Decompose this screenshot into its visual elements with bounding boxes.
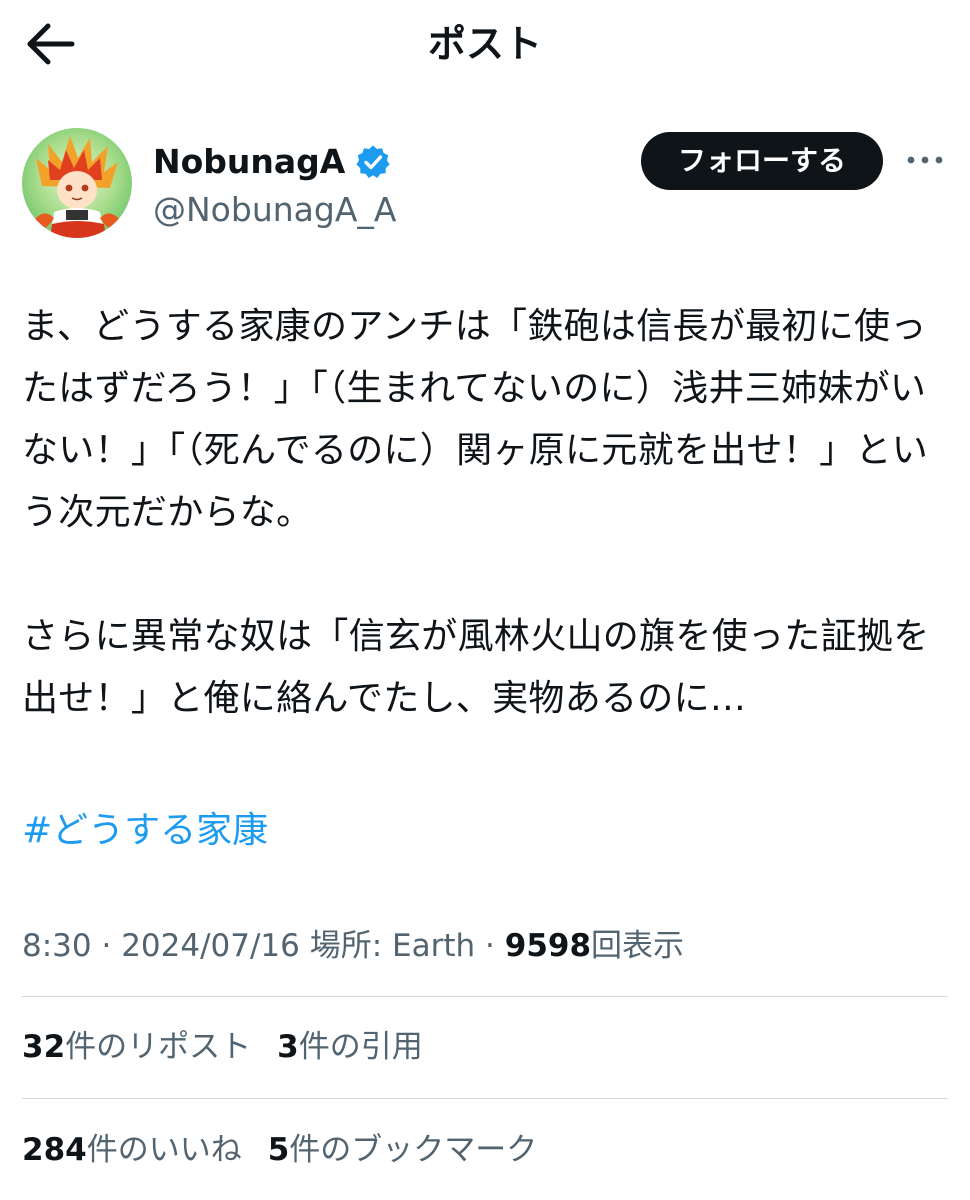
bookmarks-stat[interactable]: 5件のブックマーク [268, 1122, 538, 1178]
top-bar: ポスト [0, 0, 970, 90]
likes-stat[interactable]: 284件のいいね [22, 1122, 242, 1178]
avatar-illustration-icon [22, 128, 132, 238]
post-metadata: 8:30 · 2024/07/16 場所: Earth · 9598回表示 [22, 918, 684, 974]
reposts-stat[interactable]: 32件のリポスト [22, 1019, 251, 1075]
follow-button[interactable]: フォローする [641, 132, 883, 190]
engagement-stats-row: 284件のいいね 5件のブックマーク [22, 1122, 563, 1178]
meta-separator: · [485, 928, 495, 964]
post-paragraph: さらに異常な奴は「信玄が風林火山の旗を使った証拠を出せ！」と俺に絡んでたし、実物… [22, 616, 930, 719]
likes-count: 284 [22, 1132, 87, 1168]
page-title: ポスト [427, 22, 542, 66]
quotes-stat[interactable]: 3件の引用 [277, 1019, 423, 1075]
views-count: 9598 [504, 928, 592, 964]
display-name: NobunagA [153, 142, 346, 181]
divider [22, 1098, 948, 1099]
post-text: ま、どうする家康のアンチは「鉄砲は信長が最初に使ったはずだろう！」「（生まれてな… [22, 296, 952, 730]
hashtag-link[interactable]: #どうする家康 [22, 800, 268, 862]
verified-badge-icon [356, 145, 390, 178]
post-author: NobunagA @NobunagA_A フォローする [0, 120, 970, 250]
views-label: 回表示 [591, 928, 685, 964]
engagement-stats-row: 32件のリポスト 3件の引用 [22, 1019, 449, 1075]
reposts-label: 件のリポスト [65, 1029, 252, 1065]
ellipsis-icon [907, 156, 943, 164]
meta-separator: · [101, 928, 112, 964]
quotes-count: 3 [277, 1029, 299, 1065]
divider [22, 996, 948, 997]
avatar[interactable] [22, 128, 132, 238]
post-paragraph: ま、どうする家康のアンチは「鉄砲は信長が最初に使ったはずだろう！」「（生まれてな… [22, 306, 928, 533]
post-time[interactable]: 8:30 [22, 928, 92, 964]
bookmarks-label: 件のブックマーク [289, 1132, 538, 1168]
user-handle[interactable]: @NobunagA_A [153, 188, 396, 232]
display-name-row[interactable]: NobunagA [153, 140, 391, 184]
post-location: 場所: Earth [309, 928, 476, 964]
bookmarks-count: 5 [267, 1132, 290, 1168]
likes-label: 件のいいね [86, 1132, 242, 1168]
more-options-button[interactable] [903, 144, 947, 176]
quotes-label: 件の引用 [298, 1029, 423, 1065]
post-date[interactable]: 2024/07/16 [121, 928, 300, 964]
reposts-count: 32 [22, 1029, 66, 1065]
